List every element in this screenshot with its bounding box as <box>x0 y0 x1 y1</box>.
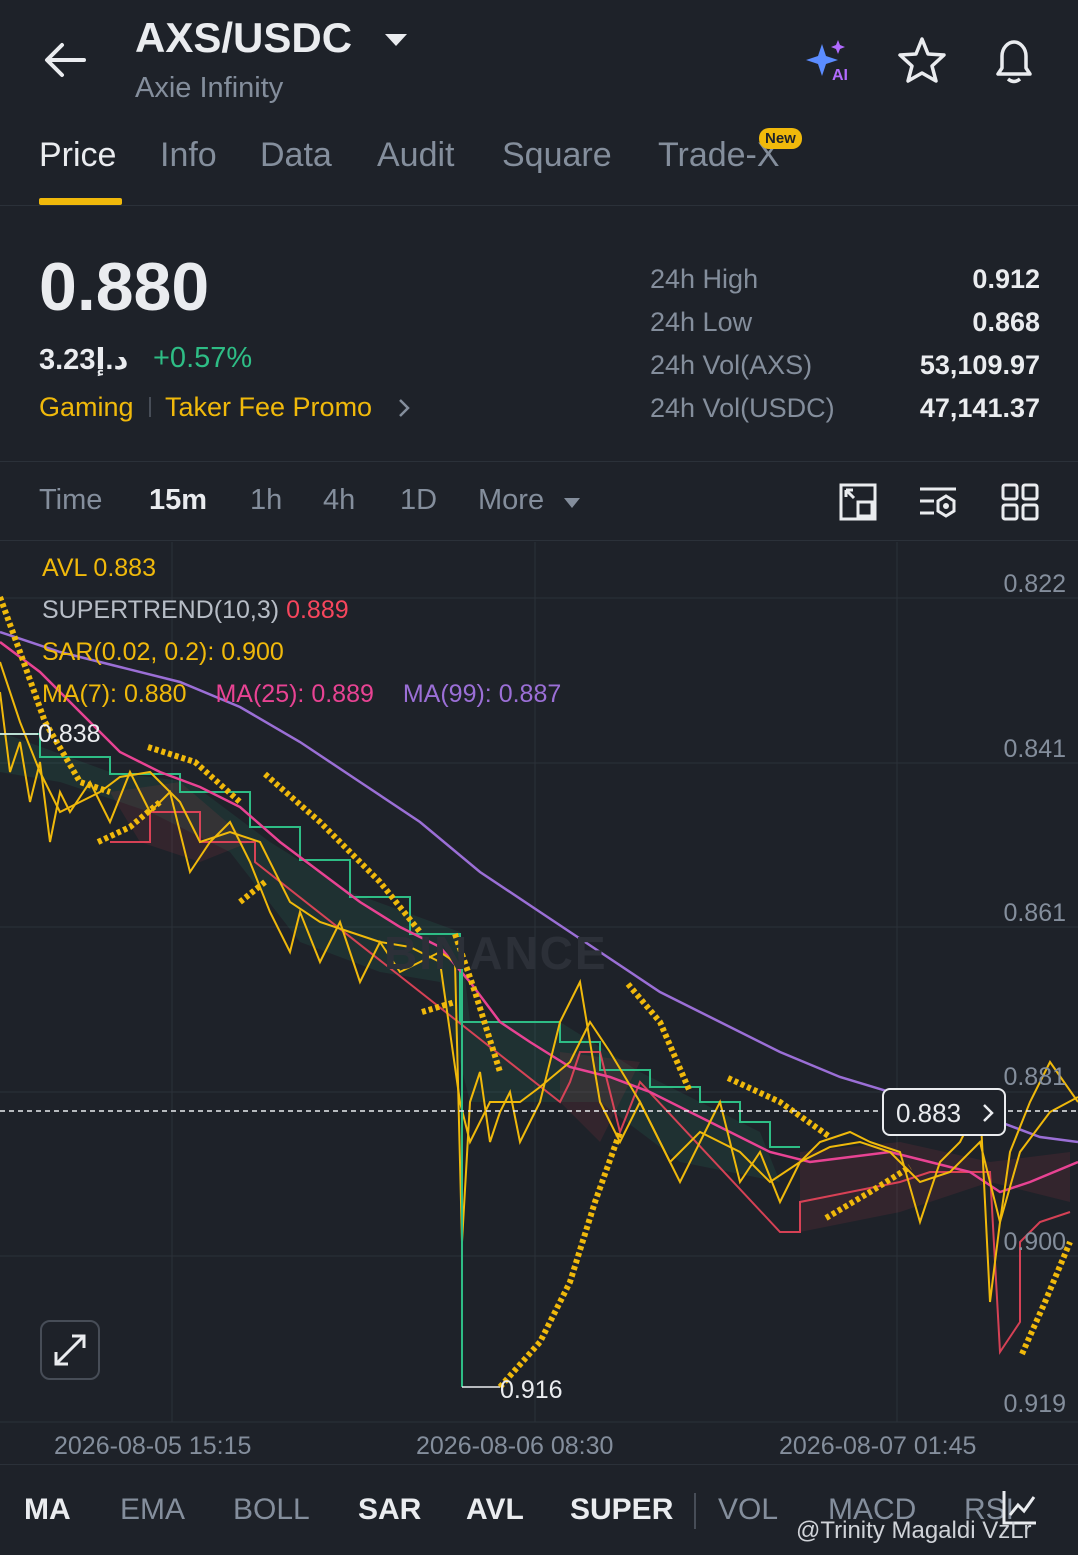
marked-low-label: 0.916 <box>500 1376 563 1404</box>
ma99-value: MA(99): 0.887 <box>402 680 562 708</box>
supertrend-label: SUPERTREND(10,3) <box>42 596 280 624</box>
sar-dots-12 <box>1019 1240 1073 1356</box>
y-axis-label: 0.822 <box>1003 570 1066 598</box>
tab-data[interactable]: Data <box>260 136 332 175</box>
x-axis-label: 2026-08-06 08:30 <box>416 1432 614 1460</box>
indicator-tab-super[interactable]: SUPER <box>570 1493 673 1527</box>
tab-square[interactable]: Square <box>502 136 612 175</box>
indicator-tab-avl[interactable]: AVL <box>466 1493 524 1527</box>
stat-value-24h-vol-usdc: 47,141.37 <box>919 393 1040 423</box>
chevron-right-icon <box>983 1104 994 1122</box>
ai-sparkle-icon[interactable]: AI <box>804 38 856 84</box>
chart-screenshot-icon[interactable] <box>838 482 878 522</box>
x-axis-label: 2026-08-05 15:15 <box>54 1432 252 1460</box>
indicator-divider <box>694 1493 696 1529</box>
new-badge: New <box>759 128 802 149</box>
stat-label-24h-vol-axs: 24h Vol(AXS) <box>650 350 813 380</box>
indicator-bar: MA EMA BOLL SAR AVL SUPER VOL MACD RSI @… <box>0 1464 1078 1555</box>
y-axis-label: 0.919 <box>1003 1390 1066 1418</box>
caret-down-icon[interactable] <box>563 496 581 508</box>
fullscreen-expand-icon[interactable] <box>40 1320 100 1380</box>
tf-more[interactable]: More <box>478 484 544 517</box>
indicator-tab-sar[interactable]: SAR <box>358 1493 421 1527</box>
svg-text:AI: AI <box>832 67 848 82</box>
star-icon[interactable] <box>896 36 948 84</box>
current-price-tag[interactable]: 0.883 <box>882 1088 1006 1136</box>
grid-layout-icon[interactable] <box>1000 482 1040 522</box>
tab-audit[interactable]: Audit <box>377 136 455 175</box>
y-axis-label: 0.900 <box>1003 1228 1066 1256</box>
stat-value-24h-vol-axs: 53,109.97 <box>919 350 1040 380</box>
y-axis-label: 0.841 <box>1003 735 1066 763</box>
last-price: 0.880 <box>39 249 210 325</box>
stat-label-24h-low: 24h Low <box>650 307 753 337</box>
y-axis-label: 0.881 <box>1003 1063 1066 1091</box>
tf-1h[interactable]: 1h <box>250 484 282 517</box>
asset-name: Axie Infinity <box>135 72 284 104</box>
chevron-right-icon[interactable] <box>396 396 412 420</box>
fiat-price: 3.23د.إ <box>39 344 129 376</box>
tag-taker-fee-promo[interactable]: Taker Fee Promo <box>165 392 372 423</box>
indicator-avl: AVL 0.883 <box>42 554 156 582</box>
tf-time[interactable]: Time <box>39 484 102 517</box>
indicator-tab-boll[interactable]: BOLL <box>233 1493 310 1527</box>
indicator-tab-ema[interactable]: EMA <box>120 1493 185 1527</box>
grid <box>0 542 1078 1423</box>
current-price-value: 0.883 <box>896 1098 962 1128</box>
page-tabs: Price Info Data Audit Square Trade-X <box>0 130 1078 206</box>
bell-icon[interactable] <box>988 34 1040 86</box>
back-arrow-icon[interactable] <box>40 36 90 86</box>
indicator-tab-vol[interactable]: VOL <box>718 1493 778 1527</box>
timeframe-bar: Time 15m 1h 4h 1D More <box>0 461 1078 541</box>
tag-divider <box>149 397 151 417</box>
tf-4h[interactable]: 4h <box>323 484 355 517</box>
price-chart[interactable]: BINANCE AVL 0.883 SUPERTREND(10,3) 0.889… <box>0 542 1078 1464</box>
indicator-settings-icon[interactable] <box>918 482 958 522</box>
ma25-value: MA(25): 0.889 <box>215 680 374 708</box>
marked-high-label: 0.838 <box>38 720 101 748</box>
watermark-credit: @Trinity Magaldi VzLr <box>796 1517 1032 1544</box>
caret-down-icon[interactable] <box>384 32 408 48</box>
top-bar: AXS/USDC Axie Infinity AI <box>0 0 1078 120</box>
tf-15m[interactable]: 15m <box>149 484 207 517</box>
change-percent: +0.57% <box>153 342 253 374</box>
indicator-ma: MA(7): 0.880 MA(25): 0.889 MA(99): 0.887 <box>42 680 561 709</box>
sar-dots-8 <box>497 1130 623 1389</box>
indicator-tab-ma[interactable]: MA <box>24 1493 71 1527</box>
supertrend-value: 0.889 <box>286 596 349 624</box>
x-axis-label: 2026-08-07 01:45 <box>779 1432 977 1460</box>
stat-value-24h-low: 0.868 <box>972 307 1040 337</box>
stat-value-24h-high: 0.912 <box>972 264 1040 294</box>
binance-watermark: BINANCE <box>384 927 608 979</box>
indicator-sar: SAR(0.02, 0.2): 0.900 <box>42 638 284 666</box>
active-tab-indicator <box>39 198 122 205</box>
y-axis-label: 0.861 <box>1003 899 1066 927</box>
stat-label-24h-high: 24h High <box>650 264 759 294</box>
stat-label-24h-vol-usdc: 24h Vol(USDC) <box>650 393 835 423</box>
tf-1d[interactable]: 1D <box>400 484 437 517</box>
ma7-value: MA(7): 0.880 <box>42 680 187 708</box>
tab-info[interactable]: Info <box>160 136 217 175</box>
tag-gaming[interactable]: Gaming <box>39 392 134 423</box>
pair-title[interactable]: AXS/USDC <box>135 14 352 62</box>
indicator-supertrend: SUPERTREND(10,3) 0.889 <box>42 596 349 625</box>
tab-price[interactable]: Price <box>39 136 116 175</box>
